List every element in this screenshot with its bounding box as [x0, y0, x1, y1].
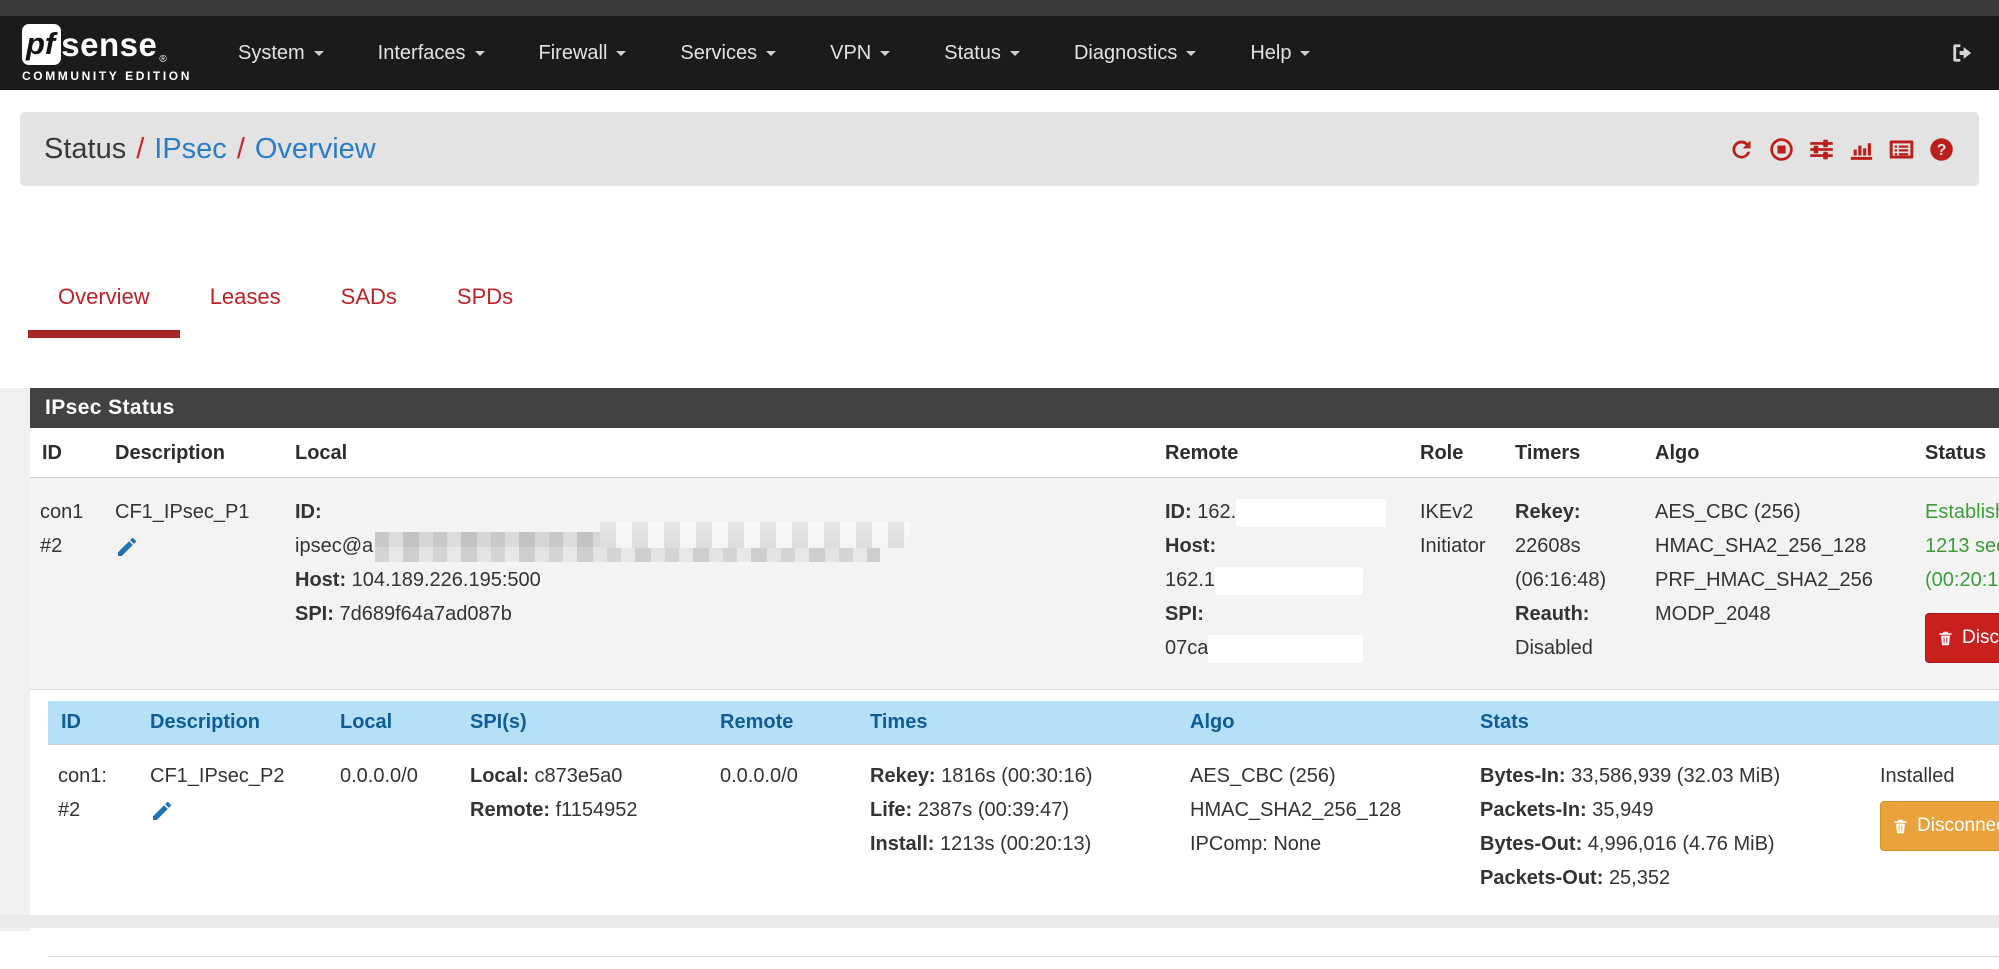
tab-overview[interactable]: Overview — [28, 268, 180, 338]
redaction-blur — [600, 522, 910, 548]
ike-cell-id: con1 #2 — [30, 478, 105, 690]
bar-chart-icon[interactable] — [1848, 136, 1875, 163]
edit-icon[interactable] — [150, 799, 174, 823]
list-icon[interactable] — [1888, 136, 1915, 163]
tab-spds[interactable]: SPDs — [427, 268, 543, 338]
logo-sense-text: sense — [61, 28, 157, 61]
logo-pf-mark: pf — [22, 24, 61, 65]
ike-cell-algo: AES_CBC (256) HMAC_SHA2_256_128 PRF_HMAC… — [1645, 478, 1915, 690]
redaction-box — [1236, 499, 1386, 527]
disconnect-button[interactable]: Disconnect — [1925, 613, 1999, 663]
sign-out-icon[interactable] — [1949, 40, 1975, 66]
logo-edition-text: COMMUNITY EDITION — [22, 70, 192, 82]
breadcrumb-link-overview[interactable]: Overview — [255, 133, 376, 165]
chevron-down-icon — [766, 51, 776, 56]
column-header-status: Status — [1915, 428, 1999, 478]
breadcrumb: Status / IPsec / Overview ? — [20, 112, 1979, 186]
nav-item-status[interactable]: Status — [944, 42, 1020, 65]
edit-icon[interactable] — [115, 535, 139, 559]
nav-item-vpn[interactable]: VPN — [830, 42, 890, 65]
bottom-divider — [0, 915, 1999, 928]
redaction-box — [1215, 567, 1363, 595]
ike-cell-timers: Rekey: 22608s (06:16:48) Reauth: Disable… — [1505, 478, 1645, 690]
trash-icon — [1937, 630, 1954, 647]
ike-cell-remote: ID: 162. Host: 162.1 SPI: 07ca — [1155, 478, 1410, 690]
page-gutter — [0, 388, 30, 931]
ike-table: ID Description Local Remote Role Timers … — [30, 428, 1999, 969]
refresh-icon[interactable] — [1728, 136, 1755, 163]
sliders-icon[interactable] — [1808, 136, 1835, 163]
child-header-local: Local — [330, 701, 460, 745]
child-header-spis: SPI(s) — [460, 701, 710, 745]
ipsec-status-panel: IPsec Status ID Description Local Remote… — [30, 388, 1999, 969]
trash-icon — [1892, 818, 1909, 835]
status-tabs: Overview Leases SADs SPDs — [28, 268, 543, 338]
breadcrumb-root: Status — [44, 133, 126, 165]
status-established: Established 1213 seconds (00:20:13) — [1925, 501, 1999, 591]
tab-leases[interactable]: Leases — [180, 268, 311, 338]
panel-title: IPsec Status — [30, 388, 1999, 428]
tab-sads[interactable]: SADs — [311, 268, 427, 338]
ike-cell-role: IKEv2 Initiator — [1410, 478, 1505, 690]
nav-item-system[interactable]: System — [238, 42, 324, 65]
column-header-id: ID — [30, 428, 105, 478]
chevron-down-icon — [1186, 51, 1196, 56]
nav-item-interfaces[interactable]: Interfaces — [378, 42, 485, 65]
nav-item-services[interactable]: Services — [680, 42, 776, 65]
child-header-description: Description — [140, 701, 330, 745]
ike-cell-description: CF1_IPsec_P1 — [105, 478, 285, 690]
breadcrumb-separator: / — [237, 133, 245, 165]
window-top-strip — [0, 0, 1999, 16]
disconnect-button[interactable]: Disconnect — [1880, 801, 1999, 851]
breadcrumb-separator: / — [136, 133, 144, 165]
pfsense-logo[interactable]: pfsense® COMMUNITY EDITION — [22, 24, 192, 82]
column-header-description: Description — [105, 428, 285, 478]
stop-circle-icon[interactable] — [1768, 136, 1795, 163]
chevron-down-icon — [1010, 51, 1020, 56]
nav-item-diagnostics[interactable]: Diagnostics — [1074, 42, 1196, 65]
column-header-local: Local — [285, 428, 1155, 478]
redaction-box — [1208, 635, 1363, 663]
nav-menu: System Interfaces Firewall Services VPN … — [238, 42, 1310, 65]
child-header-remote: Remote — [710, 701, 860, 745]
main-navbar: pfsense® COMMUNITY EDITION System Interf… — [0, 16, 1999, 90]
help-icon[interactable]: ? — [1928, 136, 1955, 163]
svg-text:?: ? — [1937, 142, 1947, 159]
column-header-remote: Remote — [1155, 428, 1410, 478]
nav-item-help[interactable]: Help — [1250, 42, 1310, 65]
column-header-role: Role — [1410, 428, 1505, 478]
chevron-down-icon — [314, 51, 324, 56]
chevron-down-icon — [880, 51, 890, 56]
column-header-timers: Timers — [1505, 428, 1645, 478]
child-header-stats: Stats — [1470, 701, 1870, 745]
child-header-spacer — [1870, 701, 1999, 745]
ike-cell-local: ID: ipsec@a Host: 104.189.226.195:500 SP… — [285, 478, 1155, 690]
child-header-times: Times — [860, 701, 1180, 745]
ike-cell-status: Established 1213 seconds (00:20:13) Disc… — [1915, 478, 1999, 690]
column-header-algo: Algo — [1645, 428, 1915, 478]
chevron-down-icon — [475, 51, 485, 56]
child-header-id: ID — [48, 701, 140, 745]
chevron-down-icon — [616, 51, 626, 56]
child-header-algo: Algo — [1180, 701, 1470, 745]
chevron-down-icon — [1300, 51, 1310, 56]
status-installed: Installed — [1880, 765, 1955, 787]
nav-item-firewall[interactable]: Firewall — [539, 42, 627, 65]
breadcrumb-link-ipsec[interactable]: IPsec — [154, 133, 227, 165]
logo-registered-mark: ® — [159, 55, 166, 65]
page-toolbar: ? — [1728, 136, 1955, 163]
